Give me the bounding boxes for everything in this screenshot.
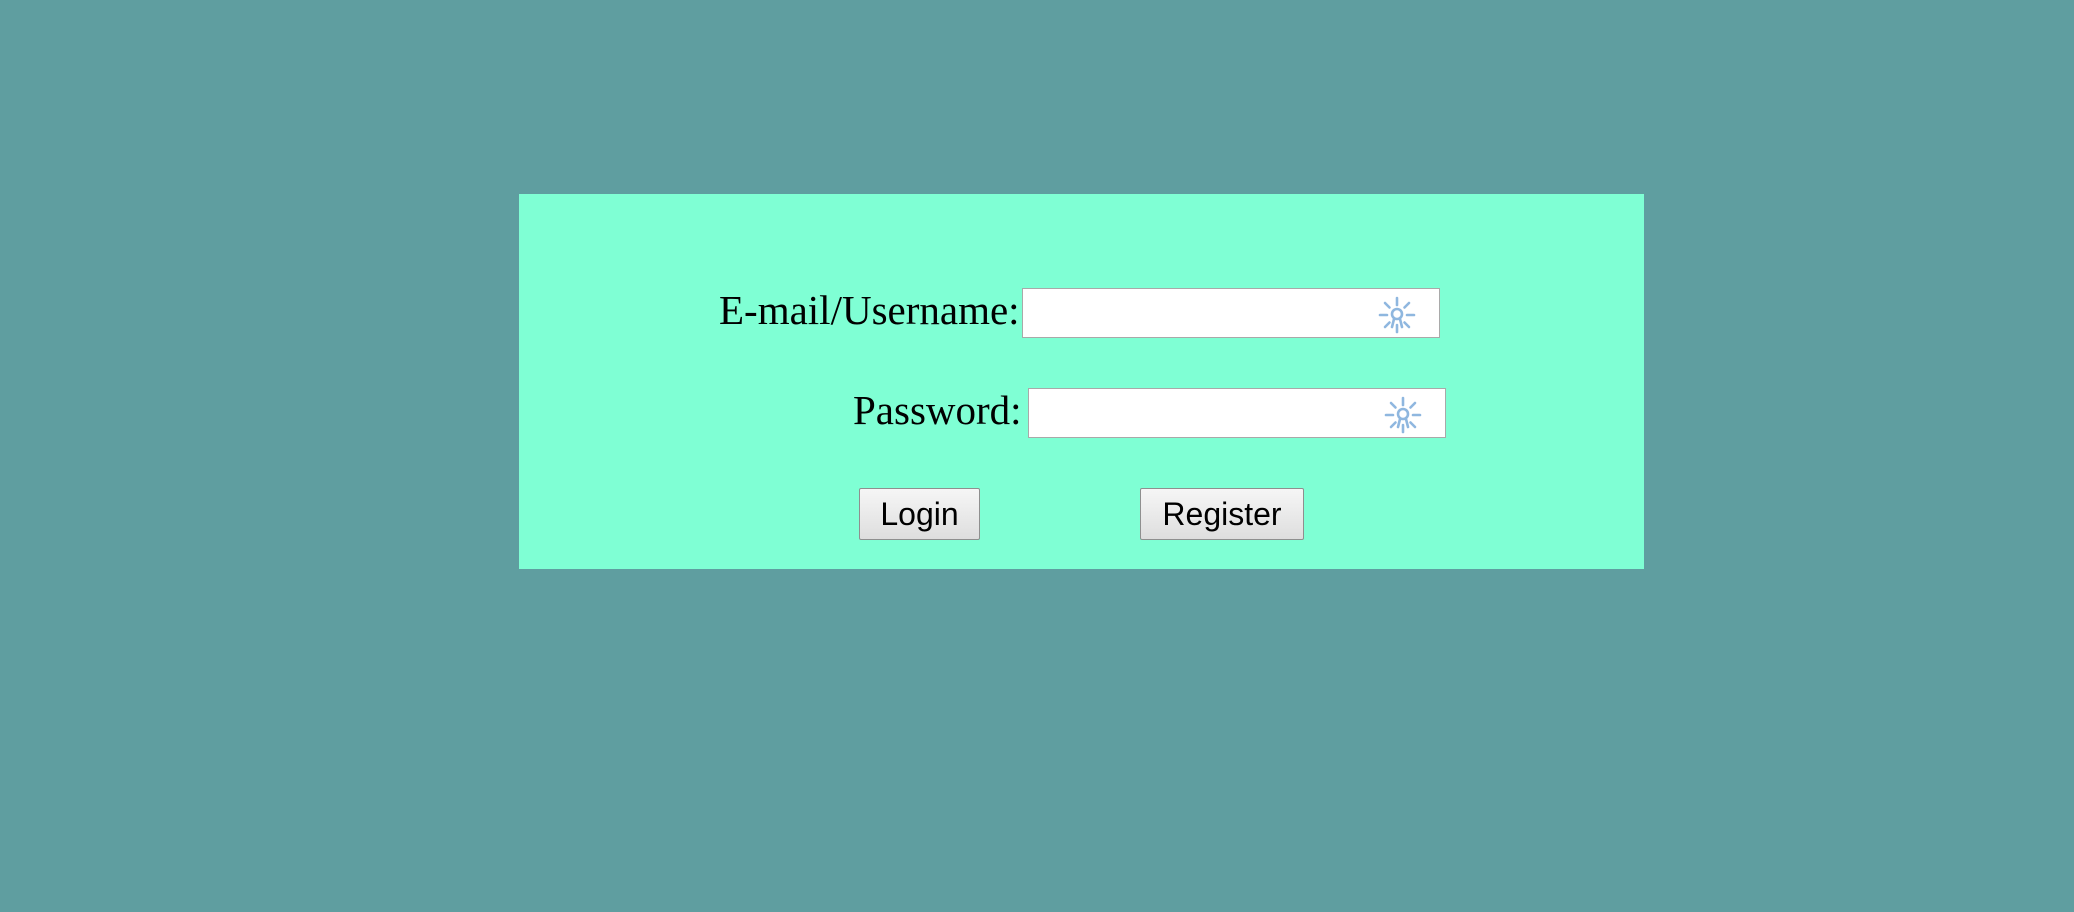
password-field-box[interactable] — [1028, 388, 1446, 438]
login-button[interactable]: Login — [859, 488, 980, 540]
email-label: E-mail/Username: — [719, 287, 1020, 333]
password-input[interactable] — [1029, 389, 1445, 437]
password-label: Password: — [853, 387, 1022, 433]
register-button[interactable]: Register — [1140, 488, 1304, 540]
email-field-box[interactable] — [1022, 288, 1440, 338]
email-input[interactable] — [1023, 289, 1439, 337]
login-panel — [519, 194, 1644, 569]
